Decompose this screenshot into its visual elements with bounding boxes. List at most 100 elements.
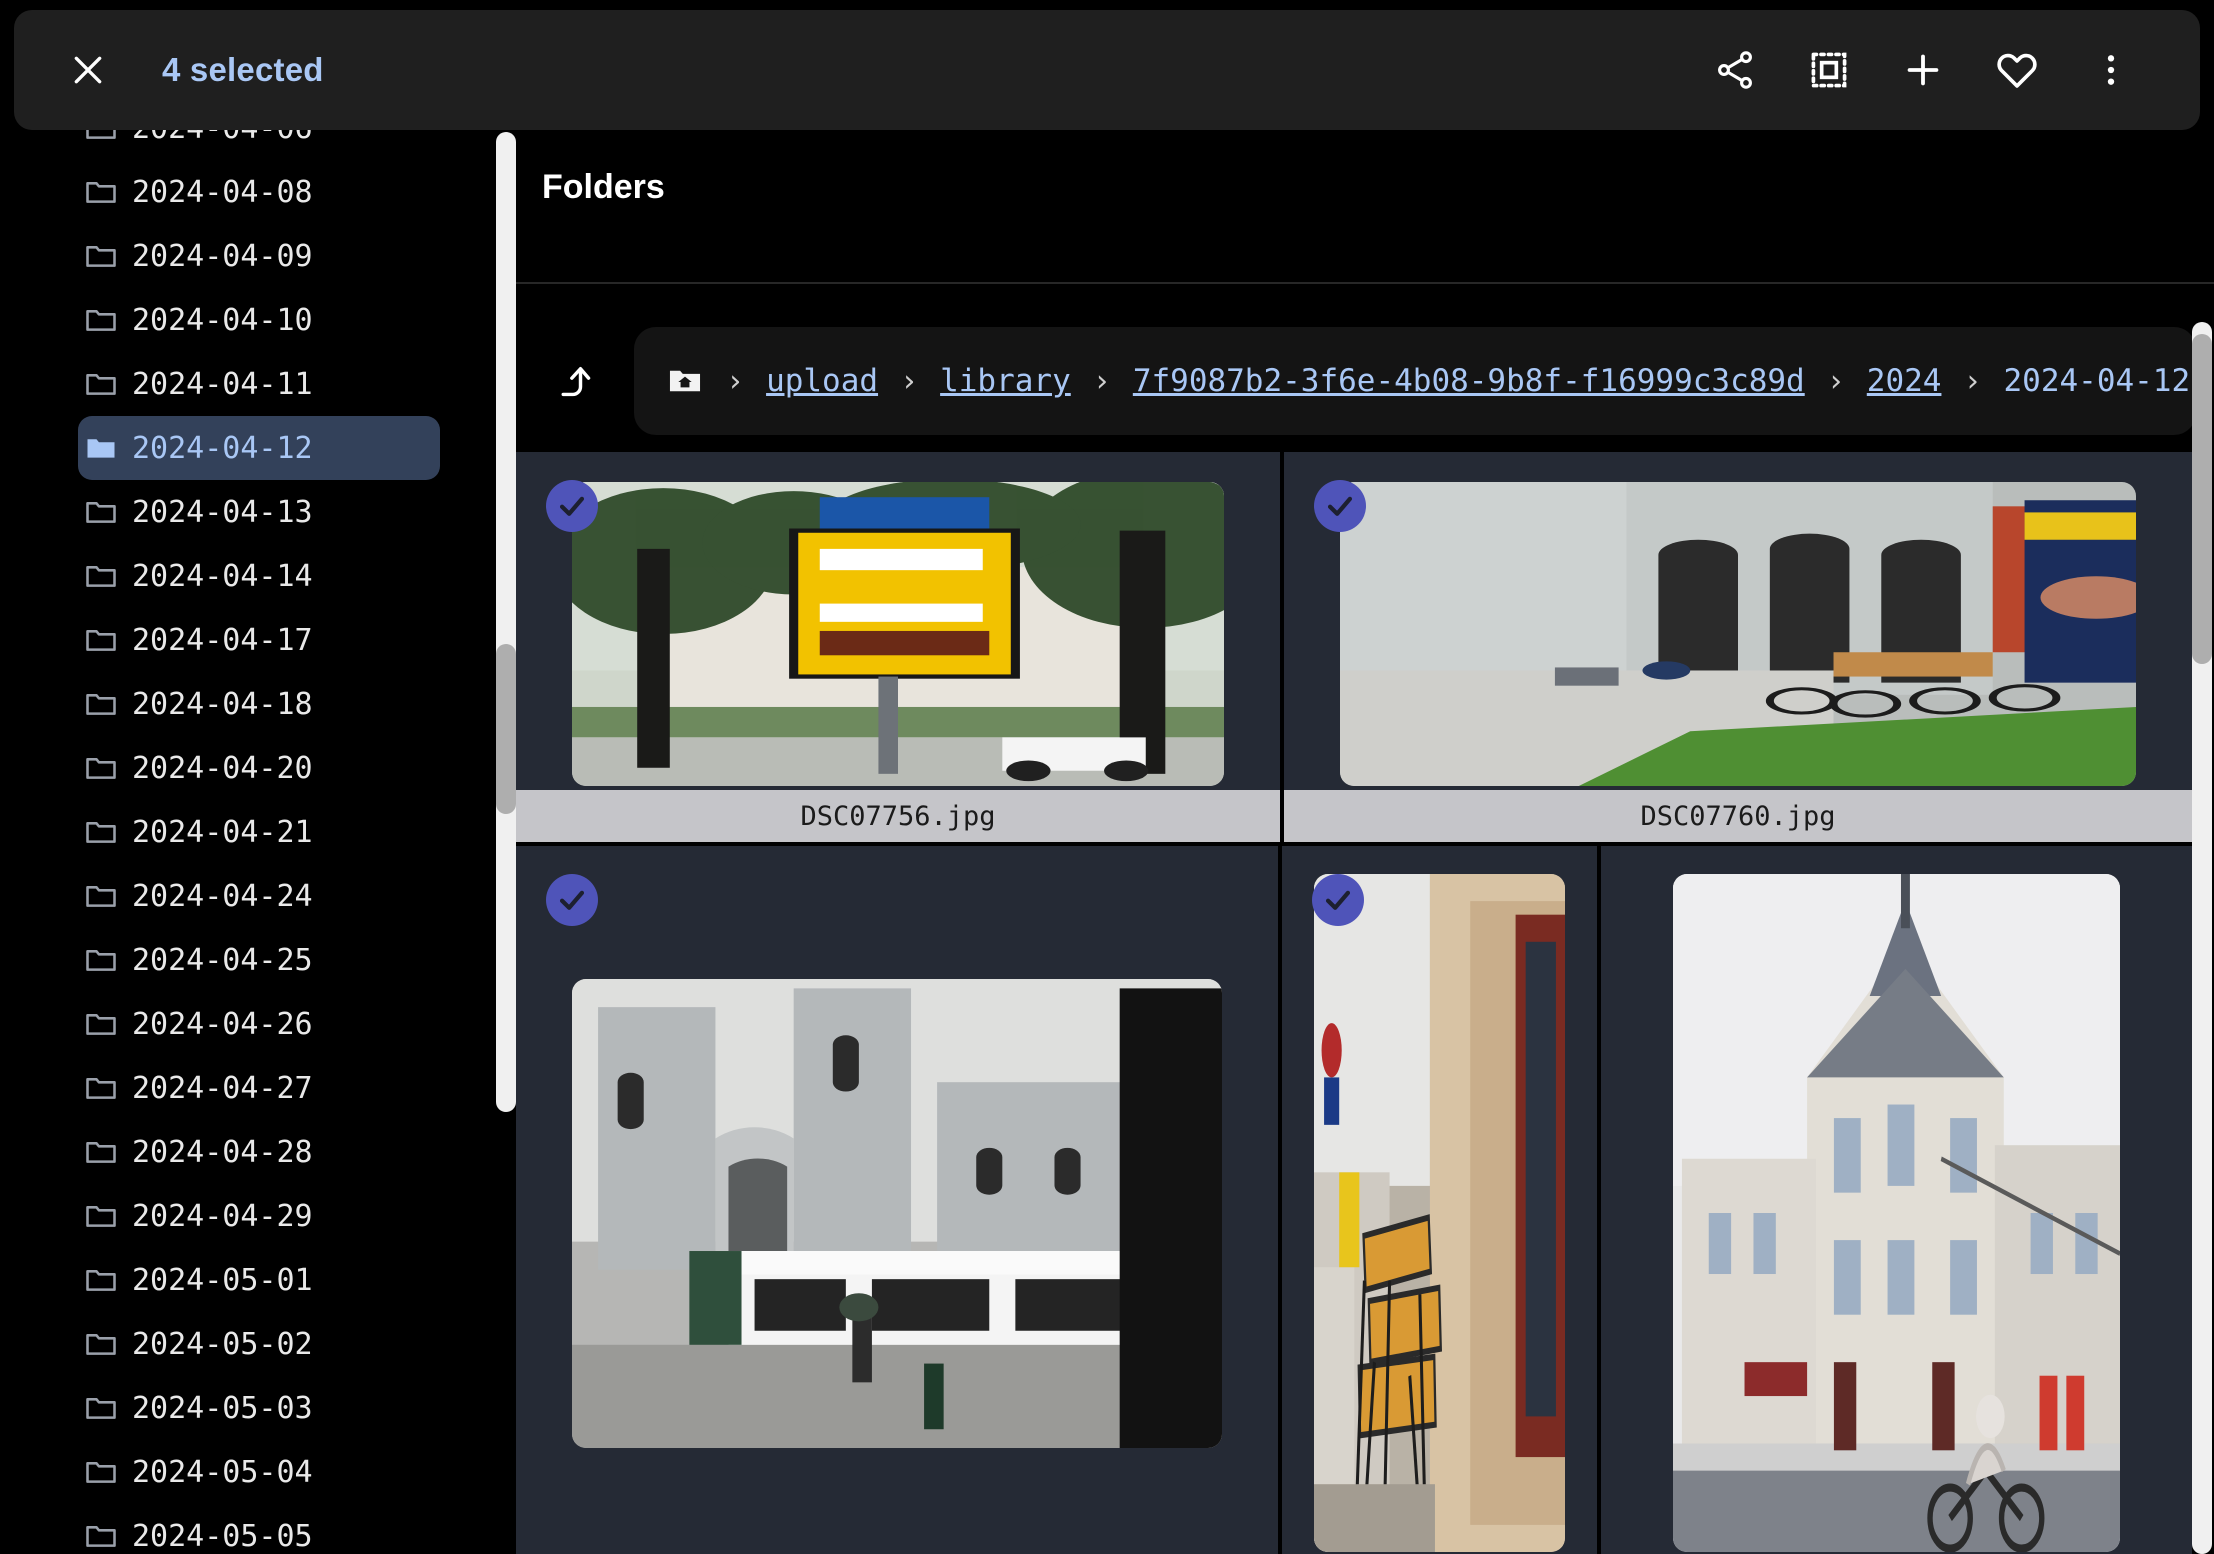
more-options-button[interactable] <box>2080 39 2142 101</box>
folder-icon <box>86 1398 116 1419</box>
grid-scrollbar-thumb[interactable] <box>2192 334 2212 664</box>
photo-thumbnail[interactable] <box>1673 874 2121 1552</box>
sidebar-scrollbar-thumb[interactable] <box>496 644 516 814</box>
folder-icon-wrap <box>78 174 124 210</box>
thumbnail-wrap <box>516 846 1278 1554</box>
selection-action-bar: 4 selected <box>14 10 2200 130</box>
sidebar-folder-2024-04-24[interactable]: 2024-04-24 <box>78 864 440 928</box>
thumbnail-wrap <box>1282 846 1597 1554</box>
sidebar-folder-2024-04-14[interactable]: 2024-04-14 <box>78 544 440 608</box>
thumbnail-wrap <box>1284 452 2192 842</box>
sidebar-folder-2024-04-28[interactable]: 2024-04-28 <box>78 1120 440 1184</box>
breadcrumb-item-library[interactable]: library <box>940 363 1071 399</box>
folder-icon <box>86 1334 116 1355</box>
folder-icon <box>87 439 115 458</box>
add-button[interactable] <box>1892 39 1954 101</box>
sidebar-folder-2024-04-06[interactable]: 2024-04-06 <box>78 130 440 160</box>
sidebar-folder-label: 2024-04-10 <box>132 302 313 338</box>
folder-sidebar[interactable]: 2024-04-06 2024-04-08 2024-04-09 2024-04-10… <box>0 130 500 1554</box>
sidebar-folder-2024-04-21[interactable]: 2024-04-21 <box>78 800 440 864</box>
sidebar-folder-label: 2024-04-06 <box>132 130 313 146</box>
select-all-button[interactable] <box>1798 39 1860 101</box>
sidebar-folder-2024-04-10[interactable]: 2024-04-10 <box>78 288 440 352</box>
selection-checkbox[interactable] <box>546 480 598 532</box>
sidebar-folder-label: 2024-05-04 <box>132 1454 313 1490</box>
breadcrumb-separator: › <box>1826 363 1845 399</box>
breadcrumb-item-upload[interactable]: upload <box>766 363 878 399</box>
checkmark-icon <box>559 496 585 516</box>
folder-icon-wrap <box>78 1390 124 1426</box>
filename-caption: DSC07760.jpg <box>1284 790 2192 842</box>
folder-icon-wrap <box>78 1326 124 1362</box>
go-up-button[interactable] <box>538 350 600 412</box>
breadcrumb-separator: › <box>1092 363 1111 399</box>
sidebar-folder-2024-05-02[interactable]: 2024-05-02 <box>78 1312 440 1376</box>
photo-thumbnail[interactable] <box>572 978 1223 1448</box>
grid-scrollbar[interactable] <box>2192 322 2212 1554</box>
filename-label: DSC07760.jpg <box>1640 800 1836 832</box>
breadcrumb-item-7f9087b2-3f6e-4b08-9b8f-f16999c3c89d[interactable]: 7f9087b2-3f6e-4b08-9b8f-f16999c3c89d <box>1133 363 1805 399</box>
sidebar-folder-2024-04-25[interactable]: 2024-04-25 <box>78 928 440 992</box>
divider <box>516 282 2214 284</box>
sidebar-folder-2024-04-17[interactable]: 2024-04-17 <box>78 608 440 672</box>
filename-label: DSC07756.jpg <box>800 800 996 832</box>
sidebar-folder-2024-04-09[interactable]: 2024-04-09 <box>78 224 440 288</box>
checkmark-icon <box>1326 890 1351 910</box>
sidebar-folder-2024-04-20[interactable]: 2024-04-20 <box>78 736 440 800</box>
folder-icon <box>86 502 116 523</box>
close-selection-button[interactable] <box>56 38 120 102</box>
sidebar-folder-2024-05-01[interactable]: 2024-05-01 <box>78 1248 440 1312</box>
sidebar-folder-label: 2024-04-14 <box>132 558 313 594</box>
sidebar-folder-label: 2024-04-17 <box>132 622 313 658</box>
breadcrumb-separator: › <box>1963 363 1982 399</box>
breadcrumb-home-button[interactable] <box>666 358 704 404</box>
sidebar-folder-label: 2024-04-09 <box>132 238 313 274</box>
heart-icon <box>1997 53 2037 88</box>
sidebar-folder-2024-04-26[interactable]: 2024-04-26 <box>78 992 440 1056</box>
sidebar-folder-2024-04-08[interactable]: 2024-04-08 <box>78 160 440 224</box>
folder-icon <box>86 1078 116 1099</box>
breadcrumb-item-2024-04-12: 2024-04-12 <box>2003 363 2191 399</box>
sidebar-folder-2024-04-27[interactable]: 2024-04-27 <box>78 1056 440 1120</box>
selection-checkbox[interactable] <box>1312 874 1365 926</box>
sidebar-folder-2024-04-11[interactable]: 2024-04-11 <box>78 352 440 416</box>
image-tile[interactable] <box>1601 846 2192 1554</box>
sidebar-folder-2024-05-03[interactable]: 2024-05-03 <box>78 1376 440 1440</box>
sidebar-folder-2024-04-12[interactable]: 2024-04-12 <box>78 416 440 480</box>
sidebar-folder-2024-05-05[interactable]: 2024-05-05 <box>78 1504 440 1554</box>
folder-icon <box>86 1014 116 1035</box>
folder-icon <box>86 1270 116 1291</box>
photo-thumbnail[interactable] <box>1340 482 2136 786</box>
folder-icon-wrap <box>78 1454 124 1490</box>
share-button[interactable] <box>1704 39 1766 101</box>
sidebar-folder-2024-05-04[interactable]: 2024-05-04 <box>78 1440 440 1504</box>
sidebar-folder-label: 2024-04-11 <box>132 366 313 402</box>
image-tile[interactable] <box>516 846 1279 1554</box>
folder-icon <box>86 630 116 651</box>
folder-icon <box>86 822 116 843</box>
image-tile[interactable]: DSC07760.jpg <box>1284 452 2192 842</box>
toolbar-actions <box>1704 39 2142 101</box>
folder-icon <box>86 310 116 331</box>
breadcrumb-item-2024[interactable]: 2024 <box>1867 363 1942 399</box>
page-title: Folders <box>542 168 665 206</box>
breadcrumb-separator: › <box>900 363 919 399</box>
selection-checkbox[interactable] <box>546 874 598 926</box>
kebab-menu-icon <box>2107 55 2115 85</box>
sidebar-folder-2024-04-18[interactable]: 2024-04-18 <box>78 672 440 736</box>
sidebar-folder-2024-04-29[interactable]: 2024-04-29 <box>78 1184 440 1248</box>
sidebar-scrollbar[interactable] <box>496 132 516 1112</box>
sidebar-folder-2024-04-13[interactable]: 2024-04-13 <box>78 480 440 544</box>
favorite-button[interactable] <box>1986 39 2048 101</box>
folder-icon <box>86 694 116 715</box>
folder-icon-wrap <box>78 1518 124 1554</box>
image-tile[interactable] <box>1282 846 1598 1554</box>
breadcrumb-items: › upload › library › 7f9087b2-3f6e-4b08-9b8f-… <box>704 363 2190 399</box>
photo-thumbnail[interactable] <box>1314 874 1566 1552</box>
folder-icon-wrap <box>78 686 124 722</box>
folder-icon <box>86 1526 116 1547</box>
folder-icon <box>86 886 116 907</box>
selection-checkbox[interactable] <box>1314 480 1366 532</box>
image-tile[interactable]: DSC07756.jpg <box>516 452 1280 842</box>
photo-thumbnail[interactable] <box>572 482 1224 786</box>
